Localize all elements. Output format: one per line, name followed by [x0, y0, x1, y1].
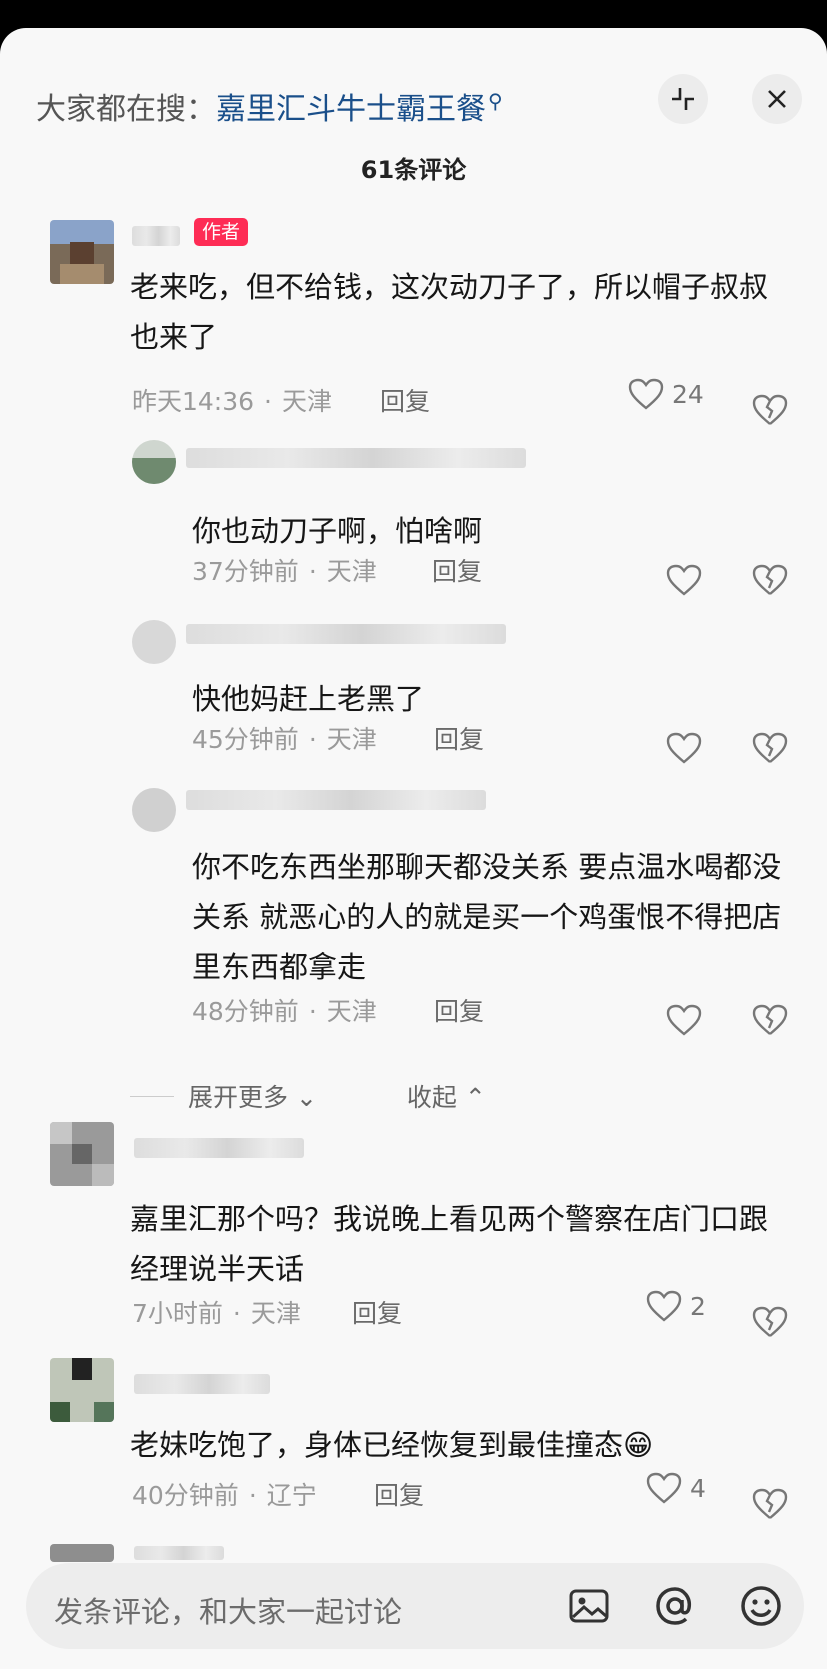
collapse-icon: [672, 88, 694, 110]
reply-button[interactable]: 回复: [434, 992, 484, 1028]
search-icon: ⚲: [488, 89, 503, 113]
search-prefix: 大家都在搜：: [36, 92, 216, 127]
comment-input-placeholder[interactable]: 发条评论，和大家一起讨论: [54, 1589, 402, 1631]
username-blurred[interactable]: [186, 790, 486, 810]
chevron-up-icon: ⌃: [464, 1083, 486, 1112]
emoji-icon[interactable]: [738, 1583, 784, 1629]
heart-icon[interactable]: [666, 564, 702, 596]
heart-icon: [628, 378, 664, 410]
comment-sheet: 大家都在搜：嘉里汇斗牛士霸王餐 ⚲ 61条评论 作者 老来吃，但不给钱，这次动刀子…: [0, 28, 827, 1669]
reply-button[interactable]: 回复: [352, 1294, 402, 1330]
reply-time: 45分钟前: [192, 725, 299, 754]
comment-time: 7小时前: [132, 1299, 223, 1328]
reply-time: 37分钟前: [192, 557, 299, 586]
reply-text[interactable]: 你不吃东西坐那聊天都没关系 要点温水喝都没关系 就恶心的人的就是买一个鸡蛋恨不得…: [192, 842, 782, 992]
comment-time: 昨天14:36: [132, 387, 255, 416]
broken-heart-icon[interactable]: [752, 394, 788, 426]
heart-icon[interactable]: [666, 1004, 702, 1036]
avatar[interactable]: [50, 1122, 114, 1186]
reply-button[interactable]: 回复: [432, 552, 482, 588]
collapse-replies-button[interactable]: 收起 ⌃: [407, 1078, 486, 1114]
reply-text[interactable]: 快他妈赶上老黑了: [192, 674, 782, 724]
reply-button[interactable]: 回复: [380, 382, 430, 418]
broken-heart-icon[interactable]: [752, 1306, 788, 1338]
comment-location: 天津: [250, 1299, 301, 1328]
broken-heart-icon[interactable]: [752, 732, 788, 764]
like-count: 2: [690, 1291, 706, 1321]
comment-input-bar[interactable]: 发条评论，和大家一起讨论: [26, 1563, 804, 1649]
username-blurred[interactable]: [134, 1138, 304, 1158]
comment-location: 辽宁: [266, 1481, 317, 1510]
comment-text[interactable]: 老妹吃饱了，身体已经恢复到最佳撞态😁: [130, 1420, 820, 1470]
reply-location: 天津: [326, 725, 377, 754]
username-blurred[interactable]: [186, 448, 526, 468]
at-icon[interactable]: [652, 1583, 698, 1629]
close-icon: [768, 90, 786, 108]
like-button[interactable]: 4: [646, 1472, 706, 1504]
avatar[interactable]: [50, 1358, 114, 1422]
reply-location: 天津: [326, 557, 377, 586]
divider: [130, 1095, 174, 1097]
comment-meta: 40分钟前 · 辽宁: [132, 1481, 317, 1510]
username-blurred[interactable]: [134, 1546, 224, 1560]
broken-heart-icon[interactable]: [752, 1004, 788, 1036]
avatar[interactable]: [132, 440, 176, 484]
avatar[interactable]: [50, 220, 114, 284]
comment-meta: 昨天14:36 · 天津: [132, 387, 333, 416]
heart-icon: [646, 1290, 682, 1322]
username-blurred[interactable]: [134, 1374, 270, 1394]
avatar[interactable]: [50, 1544, 114, 1562]
heart-icon[interactable]: [666, 732, 702, 764]
like-button[interactable]: 24: [628, 378, 704, 410]
chevron-down-icon: ⌄: [295, 1083, 317, 1112]
reply-button[interactable]: 回复: [434, 720, 484, 756]
reply-meta: 48分钟前 · 天津: [192, 997, 377, 1026]
collapse-button[interactable]: [658, 74, 708, 124]
comment-text[interactable]: 老来吃，但不给钱，这次动刀子了，所以帽子叔叔也来了: [130, 262, 790, 362]
reply-text[interactable]: 你也动刀子啊，怕啥啊: [192, 506, 782, 556]
reply-meta: 37分钟前 · 天津: [192, 557, 377, 586]
reply-button[interactable]: 回复: [374, 1476, 424, 1512]
avatar[interactable]: [132, 620, 176, 664]
image-icon[interactable]: [566, 1583, 612, 1629]
broken-heart-icon[interactable]: [752, 1488, 788, 1520]
comment-text[interactable]: 嘉里汇那个吗？我说晚上看见两个警察在店门口跟经理说半天话: [130, 1194, 790, 1294]
like-button[interactable]: 2: [646, 1290, 706, 1322]
comment-meta: 7小时前 · 天津: [132, 1299, 301, 1328]
replies-controls: 展开更多 ⌄ 收起 ⌃: [130, 1078, 486, 1114]
avatar[interactable]: [132, 788, 176, 832]
heart-icon: [646, 1472, 682, 1504]
author-badge: 作者: [194, 218, 249, 246]
search-keyword[interactable]: 嘉里汇斗牛士霸王餐: [216, 92, 486, 127]
reply-location: 天津: [326, 997, 377, 1026]
username-blurred[interactable]: [186, 624, 506, 644]
search-suggestion[interactable]: 大家都在搜：嘉里汇斗牛士霸王餐 ⚲: [36, 84, 503, 128]
username-blurred[interactable]: [132, 226, 180, 246]
close-button[interactable]: [752, 74, 802, 124]
comment-count: 61条评论: [360, 156, 467, 184]
like-count: 24: [672, 379, 704, 409]
reply-time: 48分钟前: [192, 997, 299, 1026]
expand-more-button[interactable]: 展开更多 ⌄: [188, 1078, 317, 1114]
broken-heart-icon[interactable]: [752, 564, 788, 596]
reply-meta: 45分钟前 · 天津: [192, 725, 377, 754]
comment-time: 40分钟前: [132, 1481, 239, 1510]
comment-location: 天津: [282, 387, 333, 416]
like-count: 4: [690, 1473, 706, 1503]
